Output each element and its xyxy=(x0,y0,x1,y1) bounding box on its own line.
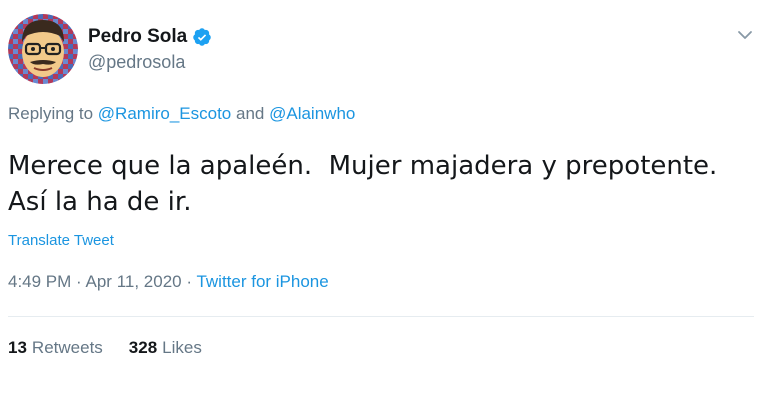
divider xyxy=(8,316,754,317)
meta-separator: · xyxy=(186,272,193,291)
tweet-header: Pedro Sola @pedrosola xyxy=(8,14,212,84)
retweets-count: 13 xyxy=(8,338,27,357)
tweet-text-line-1: Merece que la apaleén. Mujer majadera y … xyxy=(8,151,718,181)
mention-link-ramiro[interactable]: @Ramiro_Escoto xyxy=(98,104,231,123)
meta-separator: · xyxy=(76,272,82,291)
avatar-illustration-icon xyxy=(8,14,78,84)
tweet-source-link[interactable]: Twitter for iPhone xyxy=(196,272,328,291)
mention-link-alain[interactable]: @Alainwho xyxy=(269,104,355,123)
likes-label: Likes xyxy=(162,338,202,357)
chevron-down-icon[interactable] xyxy=(736,26,754,44)
tweet-time[interactable]: 4:49 PM xyxy=(8,272,71,291)
retweets-stat[interactable]: 13 Retweets xyxy=(8,338,103,358)
display-name[interactable]: Pedro Sola xyxy=(88,26,187,48)
verified-badge-icon xyxy=(192,27,212,47)
likes-count: 328 xyxy=(128,338,158,357)
translate-tweet-link[interactable]: Translate Tweet xyxy=(8,232,114,249)
replying-prefix: Replying to xyxy=(8,104,94,123)
avatar[interactable] xyxy=(8,14,78,84)
replying-to-line: Replying to @Ramiro_Escoto and @Alainwho xyxy=(8,104,355,124)
display-name-row: Pedro Sola xyxy=(88,26,212,48)
tweet-text: Merece que la apaleén. Mujer majadera y … xyxy=(8,148,758,220)
tweet-stats: 13 Retweets 328 Likes xyxy=(8,338,228,358)
replying-joiner: and xyxy=(236,104,265,123)
retweets-label: Retweets xyxy=(31,338,103,357)
tweet-date[interactable]: Apr 11, 2020 xyxy=(86,272,182,291)
tweet-text-line-2: Así la ha de ir. xyxy=(8,187,192,217)
tweet-card: Pedro Sola @pedrosola Replying to @Ramir… xyxy=(0,0,768,400)
tweet-metadata: 4:49 PM · Apr 11, 2020 · Twitter for iPh… xyxy=(8,272,329,292)
likes-stat[interactable]: 328 Likes xyxy=(129,338,202,358)
user-handle[interactable]: @pedrosola xyxy=(88,52,212,73)
user-names: Pedro Sola @pedrosola xyxy=(88,26,212,73)
